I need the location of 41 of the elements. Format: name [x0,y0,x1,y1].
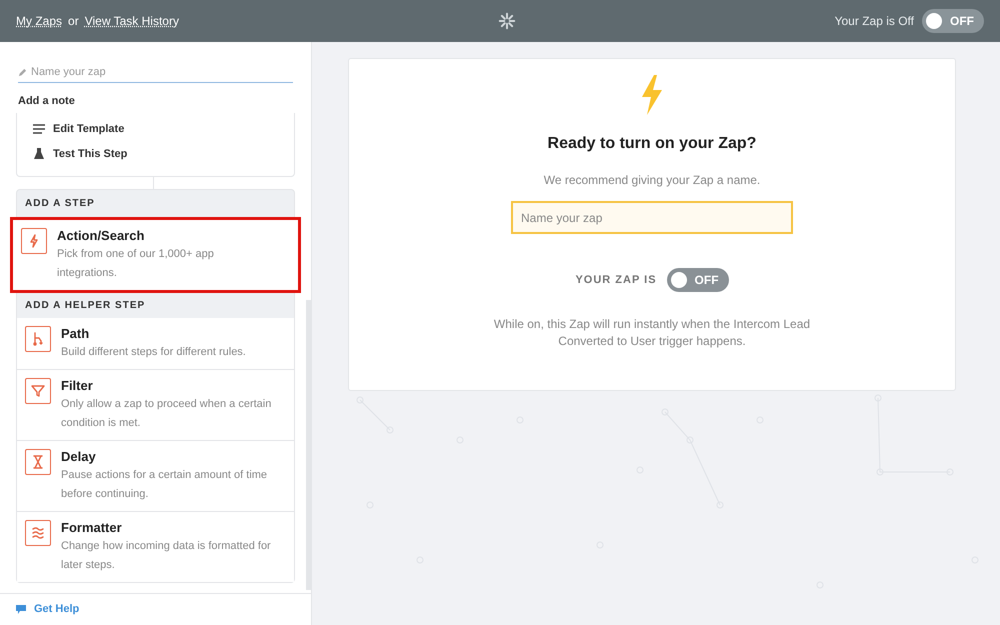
hourglass-icon [25,449,51,475]
lines-icon [33,124,45,134]
step-title: Filter [61,377,94,395]
my-zaps-link[interactable]: My Zaps [16,12,62,30]
task-history-link[interactable]: View Task History [84,12,179,30]
toggle-label: YOUR ZAP IS [575,272,657,288]
step-title: Delay [61,448,97,466]
step-item[interactable]: Formatter Change how incoming data is formatted for later steps. [17,512,294,582]
spinner-icon [498,12,516,30]
card-title: Ready to turn on your Zap? [548,134,756,154]
lightning-icon [21,228,47,254]
step-description: Pick from one of our 1,000+ app integrations. [57,247,215,281]
zap-name-field[interactable]: Name your zap [31,64,293,80]
zap-name-input[interactable]: Name your zap [511,201,793,234]
card-note: While on, this Zap will run instantly when the Intercom Lead Converted to User trigger happens. [492,316,812,350]
funnel-icon [25,378,51,404]
waves-icon [25,520,51,546]
zap-status-text: Your Zap is Off [834,13,914,30]
step-menu-item[interactable]: Edit Template [33,121,278,138]
step-menu-item[interactable]: Test This Step [33,146,278,162]
step-item[interactable]: Filter Only allow a zap to proceed when a certain condition is met. [17,370,294,441]
card-subtitle: We recommend giving your Zap a name. [544,172,760,189]
step-title: Formatter [61,519,123,537]
pencil-icon [18,68,27,77]
lightning-icon [640,75,664,115]
step-title: Path [61,325,90,343]
add-note-link[interactable]: Add a note [18,92,293,109]
step-title: Action/Search [57,227,146,245]
step-item[interactable]: Path Build different steps for different rules. [17,318,294,370]
step-item[interactable]: Action/Search Pick from one of our 1,000+ app integrations. [10,217,301,293]
chat-icon [16,605,26,614]
branch-icon [25,326,51,352]
step-item[interactable]: Delay Pause actions for a certain amount of time before continuing. [17,441,294,512]
step-description: Build different steps for different rules. [61,345,246,360]
flask-icon [33,148,45,160]
step-description: Pause actions for a certain amount of time before continuing. [61,468,268,502]
step-description: Change how incoming data is formatted for later steps. [61,539,272,573]
step-description: Only allow a zap to proceed when a certain condition is met. [61,397,272,431]
section-heading: ADD A HELPER STEP [24,299,146,313]
separator-text: or [68,13,79,30]
section-heading: ADD A STEP [24,197,96,211]
